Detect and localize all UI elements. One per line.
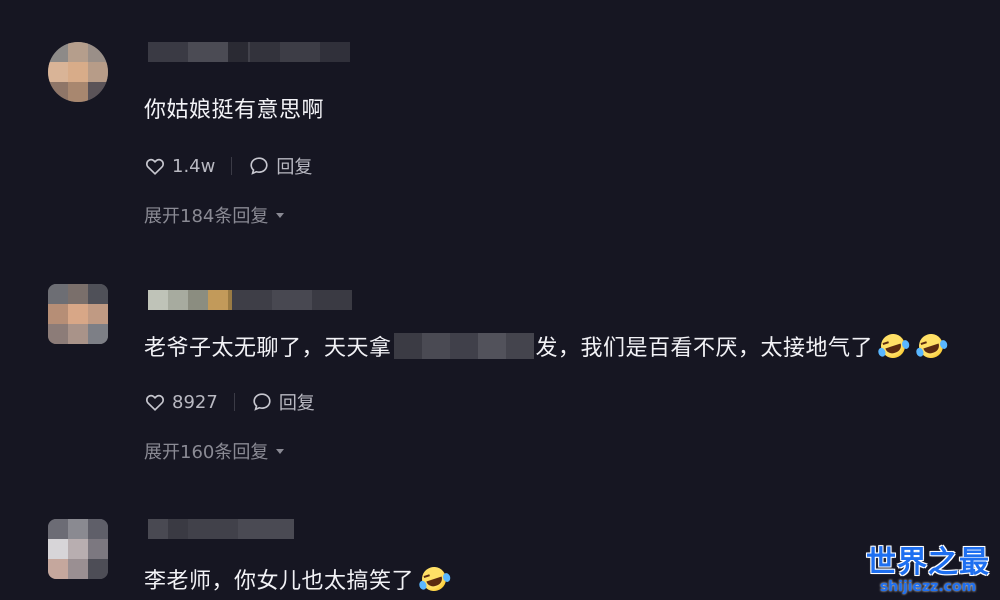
watermark-url: shijiezz.com [879, 579, 977, 595]
like-button[interactable]: 1.4w [144, 155, 215, 177]
avatar[interactable] [48, 42, 108, 102]
like-count: 1.4w [172, 155, 216, 177]
divider [231, 157, 233, 175]
comment-1: 你姑娘挺有意思啊 1.4w 回复 展开184条回复 [0, 0, 1000, 240]
username-redacted[interactable] [148, 519, 188, 539]
comment-actions: 1.4w 回复 [144, 153, 312, 179]
reply-label: 回复 [276, 157, 313, 178]
rolling-laughing-emoji-icon [915, 330, 949, 362]
expand-replies-button[interactable]: 展开184条回复 [144, 202, 285, 228]
comment-2: 老爷子太无聊了，天天拿 发，我们是百看不厌，太接地气了 8927 回复 展开16… [0, 270, 1000, 470]
speech-bubble-icon [250, 157, 268, 175]
reply-label: 回复 [278, 393, 315, 414]
heart-outline-icon [145, 394, 165, 411]
avatar[interactable] [48, 284, 108, 344]
avatar[interactable] [48, 519, 108, 579]
divider [233, 393, 235, 411]
like-button[interactable]: 8927 [144, 391, 218, 413]
comment-text-end: 发，我们是百看不厌，太接地气了 [535, 336, 874, 361]
comment-actions: 8927 回复 [144, 389, 315, 415]
comment-3: 李老师，你女儿也太搞笑了 [0, 505, 1000, 600]
expand-replies-label: 展开184条回复 [144, 206, 269, 227]
expand-replies-label: 展开160条回复 [144, 442, 269, 463]
user-meta-redacted [232, 290, 352, 310]
reply-button[interactable]: 回复 [248, 153, 312, 179]
like-count: 8927 [172, 391, 218, 413]
username-redacted[interactable] [148, 290, 238, 310]
watermark-title: 世界之最 [866, 545, 990, 580]
comment-text-start: 老爷子太无聊了，天天拿 [144, 336, 392, 361]
comment-text: 老爷子太无聊了，天天拿 发，我们是百看不厌，太接地气了 [144, 330, 949, 362]
user-meta-redacted [250, 42, 350, 62]
chevron-down-icon [276, 448, 285, 454]
speech-bubble-icon [253, 393, 271, 411]
comment-text: 李老师，你女儿也太搞笑了 [144, 563, 452, 595]
reply-button[interactable]: 回复 [251, 389, 315, 415]
heart-outline-icon [145, 158, 165, 175]
chevron-down-icon [276, 212, 285, 218]
redacted-content [393, 333, 534, 359]
rolling-laughing-emoji-icon [418, 563, 452, 595]
expand-replies-button[interactable]: 展开160条回复 [144, 438, 285, 464]
rolling-laughing-emoji-icon [877, 330, 911, 362]
user-meta-redacted [188, 519, 294, 539]
site-watermark: 世界之最 shijiezz.com [866, 545, 990, 595]
comment-text: 你姑娘挺有意思啊 [144, 98, 325, 123]
comment-text-content: 李老师，你女儿也太搞笑了 [144, 569, 415, 594]
